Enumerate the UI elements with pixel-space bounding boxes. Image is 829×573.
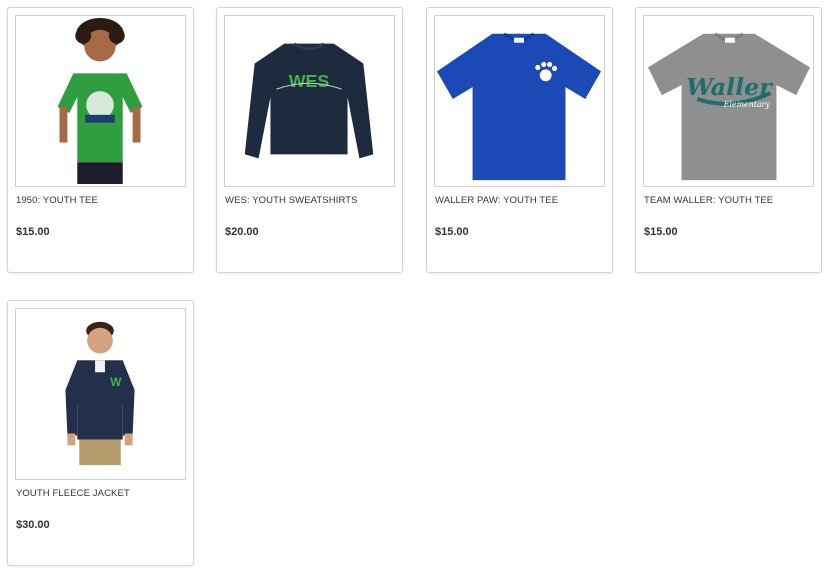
product-card-waller-paw-youth-tee[interactable]: WALLER PAW: YOUTH TEE $15.00: [426, 7, 613, 273]
svg-text:W: W: [110, 375, 122, 389]
product-price: $30.00: [16, 519, 50, 531]
product-price: $15.00: [16, 226, 50, 238]
product-title[interactable]: 1950: YOUTH TEE: [16, 195, 98, 206]
blue-paw-tee-icon: [436, 32, 602, 181]
product-price: $15.00: [644, 226, 678, 238]
product-title[interactable]: TEAM WALLER: YOUTH TEE: [644, 195, 773, 206]
gray-waller-tee-icon: Waller Elementary: [647, 32, 811, 181]
product-image-navy-sweatshirt[interactable]: WES: [224, 15, 395, 187]
product-price: $15.00: [435, 226, 469, 238]
product-title[interactable]: WALLER PAW: YOUTH TEE: [435, 195, 558, 206]
boy-fleece-jacket-icon: W: [65, 321, 135, 466]
product-card-1950-youth-tee[interactable]: 1950: YOUTH TEE $15.00: [7, 7, 194, 273]
navy-sweatshirt-icon: WES: [244, 42, 374, 159]
product-card-team-waller-youth-tee[interactable]: Waller Elementary TEAM WALLER: YOUTH TEE…: [635, 7, 822, 273]
product-image-blue-paw-tee[interactable]: [434, 15, 605, 187]
product-image-kid-green-tee[interactable]: [15, 15, 186, 187]
product-image-boy-fleece-jacket[interactable]: W: [15, 308, 186, 480]
kid-green-tee-icon: [57, 17, 143, 185]
product-card-youth-fleece-jacket[interactable]: W YOUTH FLEECE JACKET $30.00: [7, 300, 194, 566]
sweatshirt-logo: WES: [289, 71, 330, 91]
product-image-gray-waller-tee[interactable]: Waller Elementary: [643, 15, 814, 187]
product-title[interactable]: WES: YOUTH SWEATSHIRTS: [225, 195, 358, 206]
tee-logo-subtext: Elementary: [723, 100, 771, 109]
product-card-wes-youth-sweatshirts[interactable]: WES WES: YOUTH SWEATSHIRTS $20.00: [216, 7, 403, 273]
product-price: $20.00: [225, 226, 259, 238]
product-title[interactable]: YOUTH FLEECE JACKET: [16, 488, 130, 499]
